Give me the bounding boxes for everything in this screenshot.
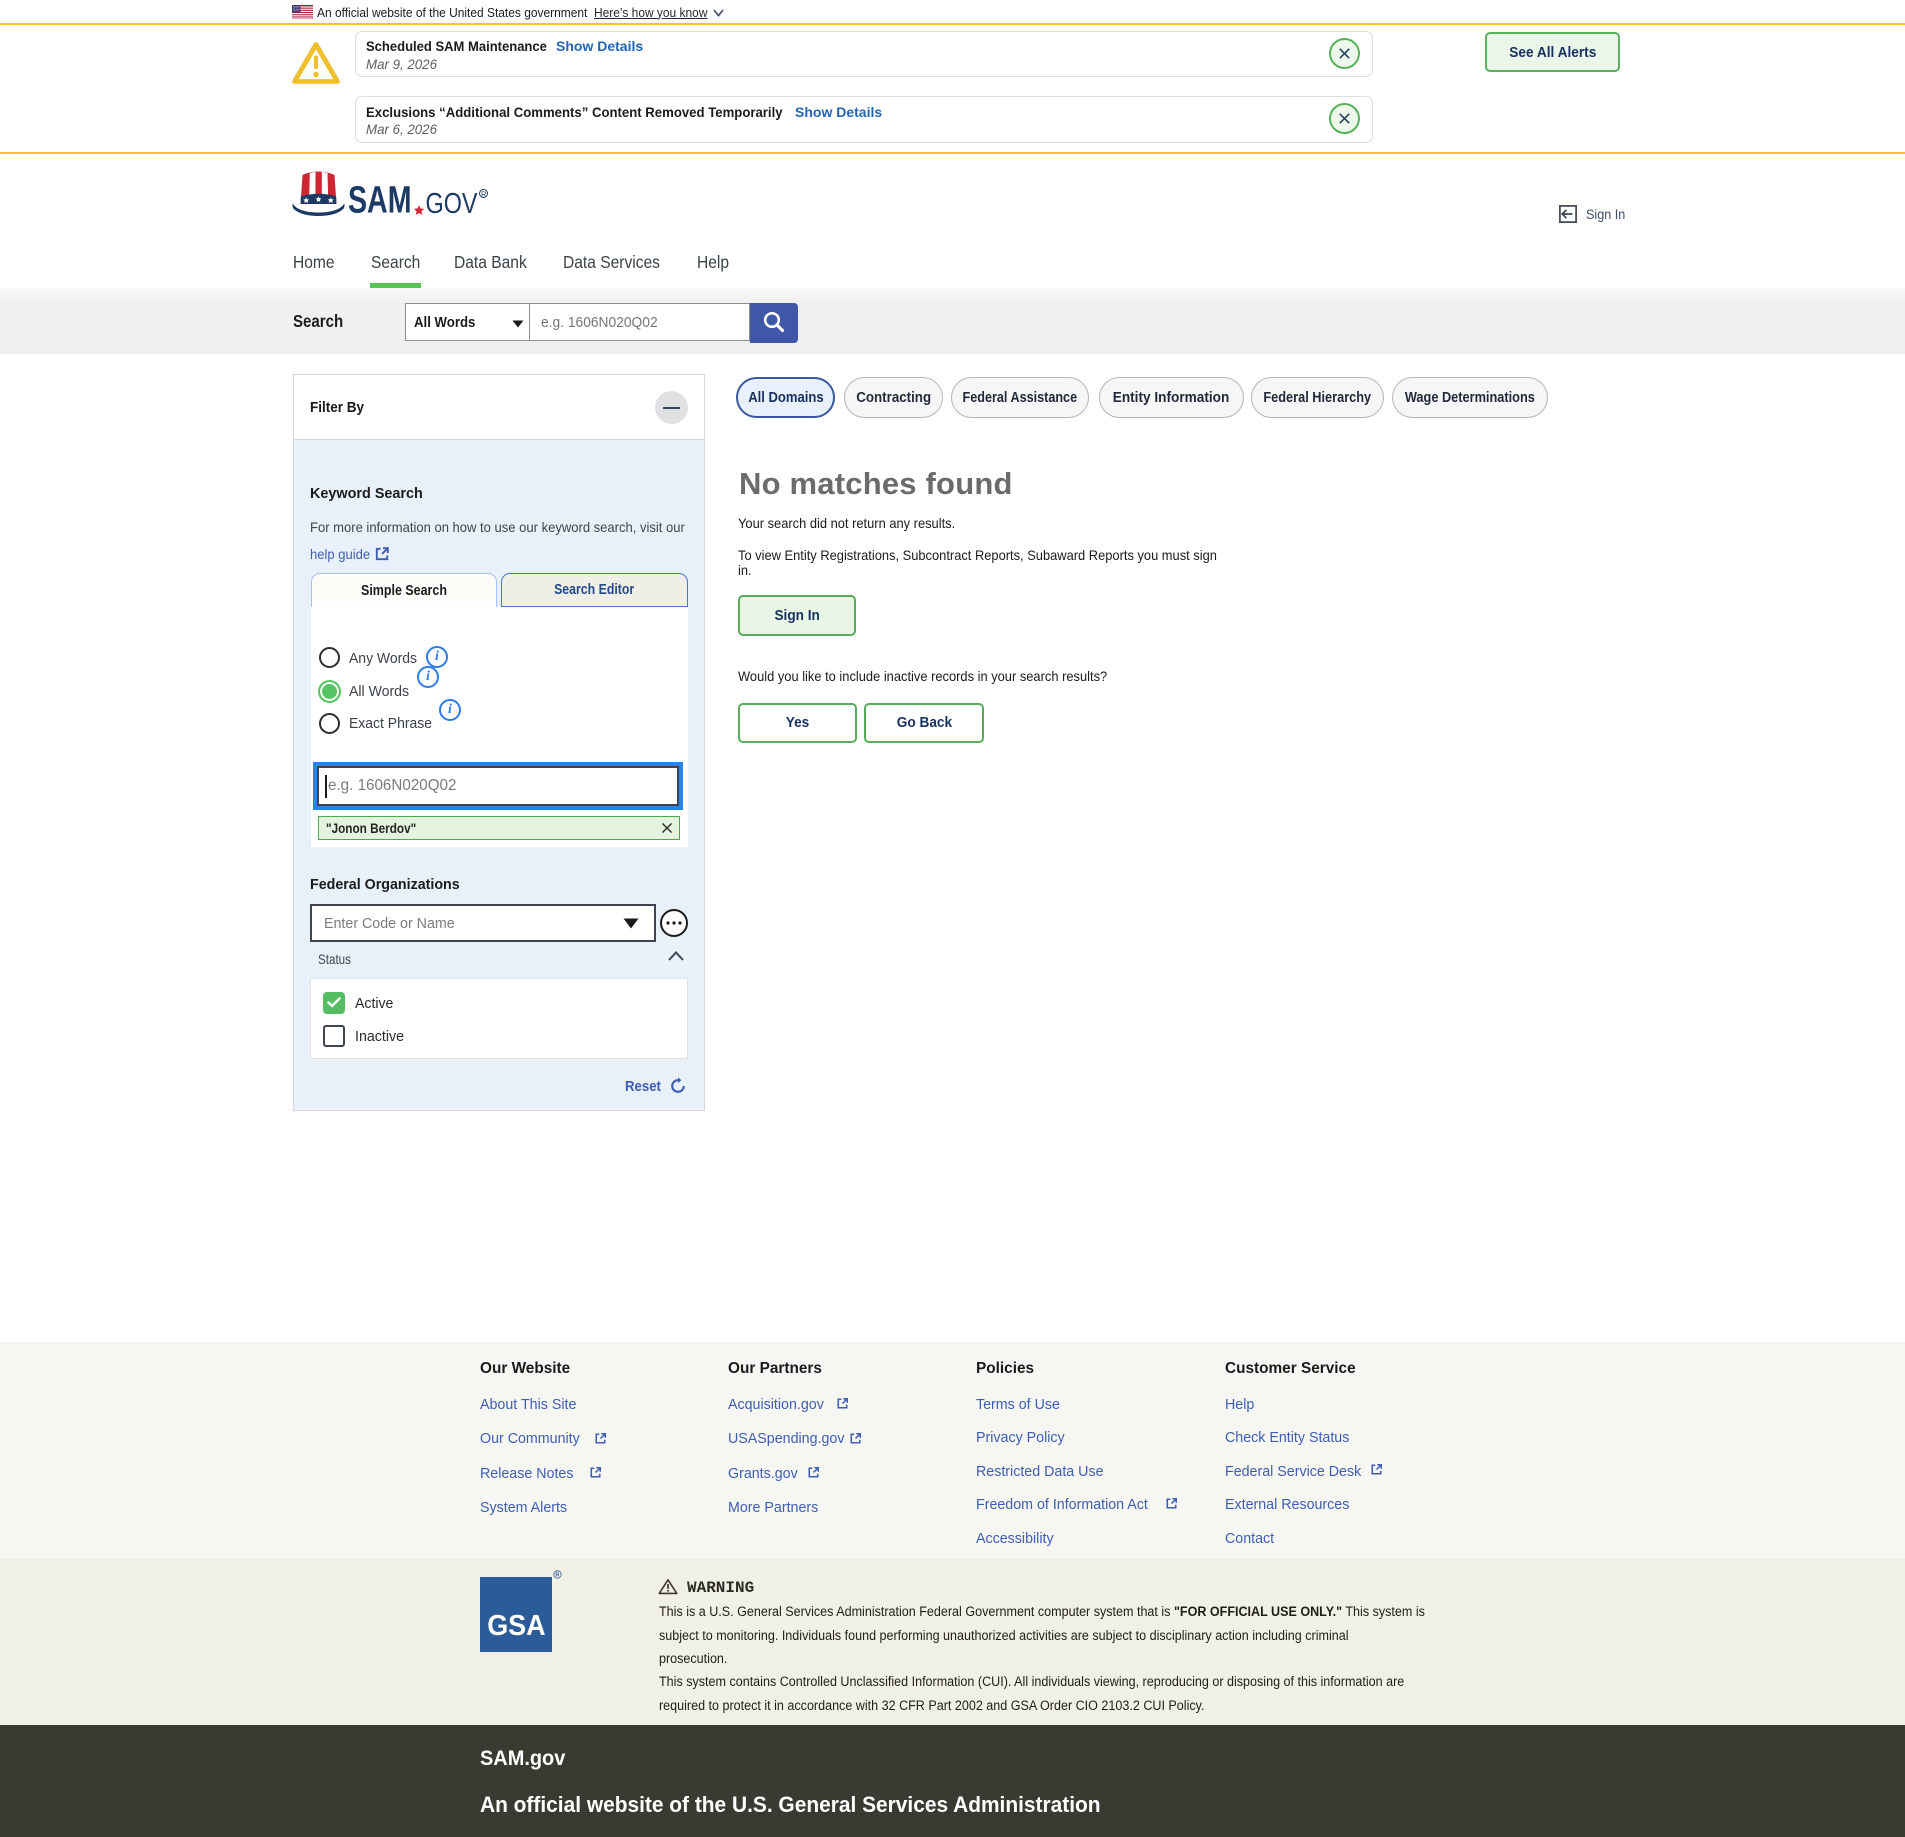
svg-text:SAM: SAM xyxy=(348,180,412,221)
svg-text:R: R xyxy=(481,190,487,199)
svg-text:GOV: GOV xyxy=(426,188,479,220)
svg-text:R: R xyxy=(555,1573,559,1579)
